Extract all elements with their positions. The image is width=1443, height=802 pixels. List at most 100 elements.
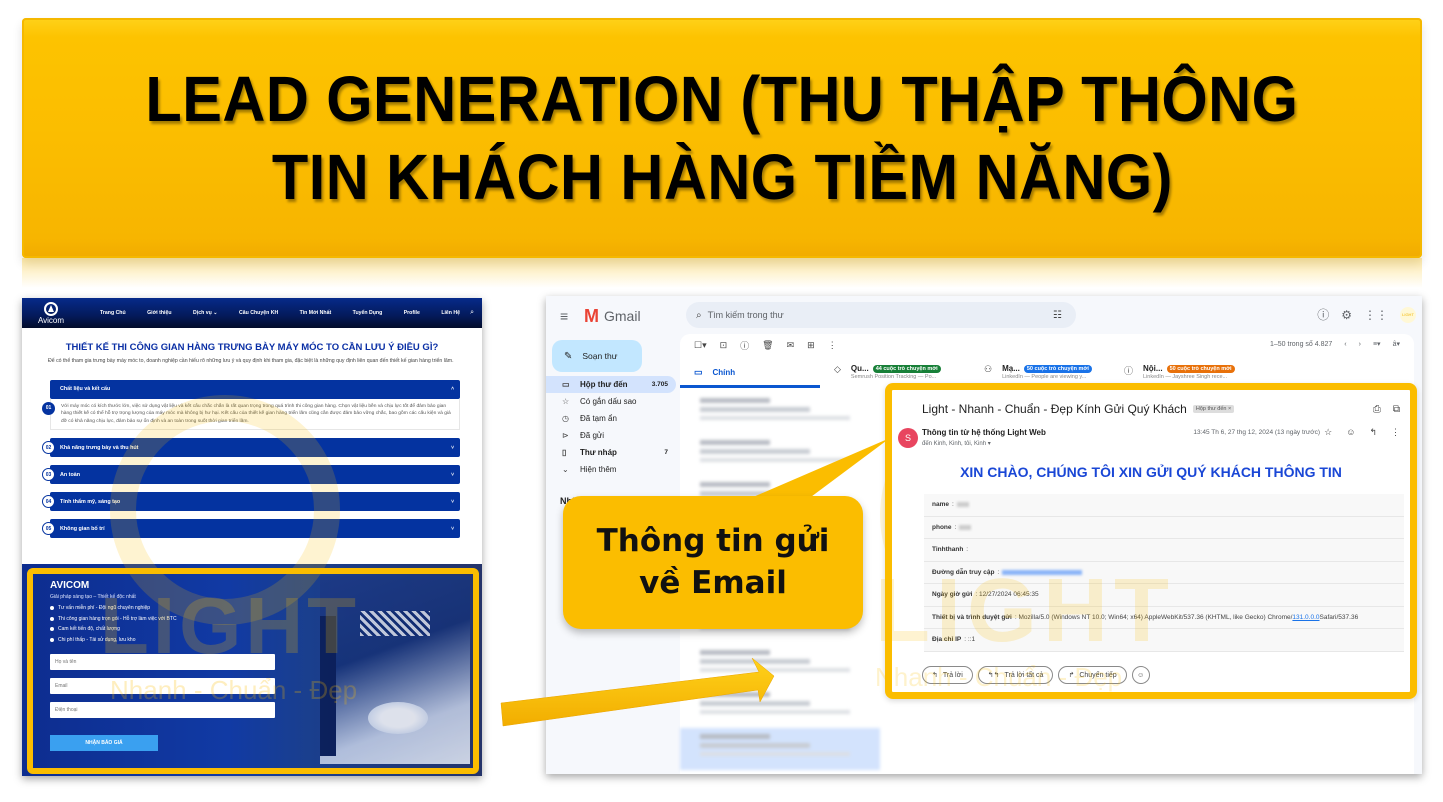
star-icon[interactable]: ☆ (1324, 427, 1332, 438)
reply-all-icon: ↰↰ (987, 672, 1000, 679)
gmail-brand-text: Gmail (604, 308, 641, 324)
sidebar-item-drafts[interactable]: ▯ Thư nháp 7 (546, 444, 676, 461)
booth-table (368, 702, 428, 734)
archive-icon[interactable]: ⊡ (720, 340, 728, 351)
search-icon[interactable]: ⌕ (470, 309, 474, 317)
chevron-down-icon: ˅ (451, 471, 454, 478)
mail-search-input[interactable]: ⌕ Tìm kiếm trong thư ☷ (686, 302, 1076, 328)
tab-label: Mạ... (1002, 364, 1020, 373)
nav-item[interactable]: Trang Chủ (100, 310, 126, 316)
accordion-header[interactable]: Chất liệu và kết cấu ˄ (50, 379, 460, 399)
chevron-up-icon: ˄ (451, 386, 454, 392)
field-value: Safari/537.36 (1319, 613, 1359, 621)
select-all-checkbox[interactable]: ☐▾ (694, 340, 707, 351)
chevron-down-icon: ˅ (451, 444, 454, 451)
nav-item[interactable]: Profile (404, 310, 420, 316)
redacted-link[interactable] (1002, 569, 1083, 575)
info-icon: ⓘ (1124, 366, 1134, 376)
mark-unread-icon[interactable]: ✉ (787, 340, 795, 351)
density-icon[interactable]: ≡▾ (1373, 340, 1381, 348)
delete-icon[interactable]: 🗑 (762, 340, 773, 351)
chevron-down-icon: ˅ (451, 525, 454, 532)
recipients[interactable]: đến Kinh, Kinh, tôi, Kinh ▾ (922, 440, 991, 447)
settings-gear-icon[interactable]: ⚙ (1341, 308, 1352, 322)
sidebar-item-sent[interactable]: ⊳ Đã gửi (546, 427, 676, 444)
site-logo[interactable]: Avicom (30, 301, 72, 325)
mail-list-item[interactable] (680, 686, 880, 728)
nav-item[interactable]: Tuyển Dụng (353, 310, 383, 316)
lead-field-row: Đường dẫn truy cập: (924, 561, 1404, 584)
nav-item[interactable]: Liên Hệ (441, 310, 460, 316)
gmail-logo[interactable]: M Gmail (584, 306, 641, 327)
folder-count: 3.705 (651, 381, 668, 388)
tab-preview: LinkedIn — People are viewing y... (1002, 374, 1087, 380)
tab-preview: LinkedIn — Jayshree Singh rece... (1143, 374, 1228, 380)
sidebar-item-starred[interactable]: ☆ Có gắn dấu sao (546, 393, 676, 410)
avicom-logo-icon (44, 301, 58, 316)
lead-field-row: Tinhthanh: (924, 539, 1404, 562)
search-options-icon[interactable]: ☷ (1053, 310, 1062, 321)
mail-list-item[interactable] (680, 434, 880, 476)
apps-grid-icon[interactable]: ⋮⋮ (1364, 308, 1388, 322)
watermark-slogan: Nhanh - Chuẩn - Đẹp (110, 675, 358, 705)
nav-item[interactable]: Dịch vụ ⌄ (193, 310, 218, 316)
folder-label: Đã tạm ẩn (580, 414, 617, 423)
nav-item[interactable]: Giới thiệu (147, 310, 171, 316)
accordion-number-badge: 01 (42, 401, 55, 415)
emoji-icon[interactable]: ☺ (1346, 427, 1355, 438)
report-spam-icon[interactable]: ⓘ (740, 339, 749, 352)
inbox-icon: ▭ (562, 380, 570, 389)
reply-icon[interactable]: ↰ (1369, 427, 1377, 438)
reply-all-button[interactable]: ↰↰ Trả lời tất cả (977, 666, 1054, 684)
tab-primary[interactable]: ▭ Chính (680, 360, 820, 388)
search-icon[interactable]: ⌕ (696, 310, 702, 321)
email-actions: ☆ ☺ ↰ ⋮ (1324, 427, 1400, 438)
nav-item[interactable]: Tin Mới Nhất (300, 310, 332, 316)
reply-button[interactable]: ↰ Trả lời (922, 666, 973, 684)
help-icon[interactable]: ⓘ (1317, 306, 1329, 323)
tab-preview: Semrush Position Tracking — Po... (850, 374, 937, 380)
slide: LEAD GENERATION (THU THẬP THÔNG TIN KHÁC… (0, 0, 1443, 802)
lead-field-row: Ngày giờ gửi: 12/27/2024 06:45:35 (924, 584, 1404, 607)
banner-title-line-1: LEAD GENERATION (THU THẬP THÔNG (145, 62, 1299, 135)
open-new-window-icon[interactable]: ⧉ (1393, 404, 1400, 415)
emoji-reaction-button[interactable]: ☺ (1131, 666, 1150, 684)
send-icon: ⊳ (562, 431, 569, 440)
field-label: Địa chỉ IP (932, 636, 962, 644)
move-to-icon[interactable]: ⊞ (807, 340, 815, 351)
sidebar-item-snoozed[interactable]: ◷ Đã tạm ẩn (546, 410, 676, 427)
folder-badge[interactable]: Hộp thư đến × (1192, 405, 1235, 413)
mail-list-item[interactable] (680, 644, 880, 686)
more-options-icon[interactable]: ⋮ (1391, 427, 1400, 438)
folder-label: Hộp thư đến (580, 380, 628, 389)
prev-page-icon[interactable]: ‹ (1344, 341, 1346, 348)
accordion-title: Không gian bố trí (60, 525, 105, 532)
compose-button[interactable]: ✎ Soạn thư (552, 340, 642, 372)
hamburger-menu-icon[interactable]: ≡ (560, 308, 574, 324)
forward-button[interactable]: ↱ Chuyển tiếp (1058, 666, 1127, 684)
account-avatar[interactable]: LIGHT (1400, 306, 1416, 323)
site-navbar: Avicom Trang Chủ Giới thiệu Dịch vụ ⌄ Câ… (22, 298, 482, 328)
gmail-header: ≡ M Gmail ⌕ Tìm kiếm trong thư ☷ ⓘ ⚙ ⋮⋮ … (546, 296, 1422, 336)
redacted-value (956, 502, 969, 508)
forward-icon: ↱ (1068, 672, 1075, 679)
get-quote-button[interactable]: NHẬN BÁO GIÁ (50, 735, 158, 751)
email-subject: Light - Nhanh - Chuẩn - Đẹp Kính Gửi Quý… (922, 402, 1235, 416)
input-tools-icon[interactable]: ȃ▾ (1393, 340, 1400, 348)
mail-list-item[interactable] (680, 392, 880, 434)
folder-label: Hiện thêm (580, 465, 617, 474)
accordion-title: Chất liệu và kết cấu (60, 386, 111, 392)
lead-info-table: name: phone: Tinhthanh: Đường dẫn truy c… (924, 494, 1404, 652)
version-link[interactable]: 131.0.0.0 (1292, 614, 1319, 621)
new-count-chip: 50 cuộc trò chuyện mới (1166, 364, 1235, 373)
reply-icon: ↰ (932, 672, 938, 679)
nav-item[interactable]: Câu Chuyện KH (239, 310, 278, 316)
next-page-icon[interactable]: › (1359, 341, 1361, 348)
sidebar-item-inbox[interactable]: ▭ Hộp thư đến 3.705 (546, 376, 676, 393)
print-icon[interactable]: ⎙ (1373, 404, 1381, 415)
sidebar-item-more[interactable]: ⌄ Hiện thêm (546, 461, 676, 478)
more-options-icon[interactable]: ⋮ (828, 340, 837, 351)
sender-avatar: S (898, 428, 918, 448)
callout-text-line-1: Thông tin gửi (596, 522, 830, 559)
mail-list-item-selected[interactable] (680, 728, 880, 770)
